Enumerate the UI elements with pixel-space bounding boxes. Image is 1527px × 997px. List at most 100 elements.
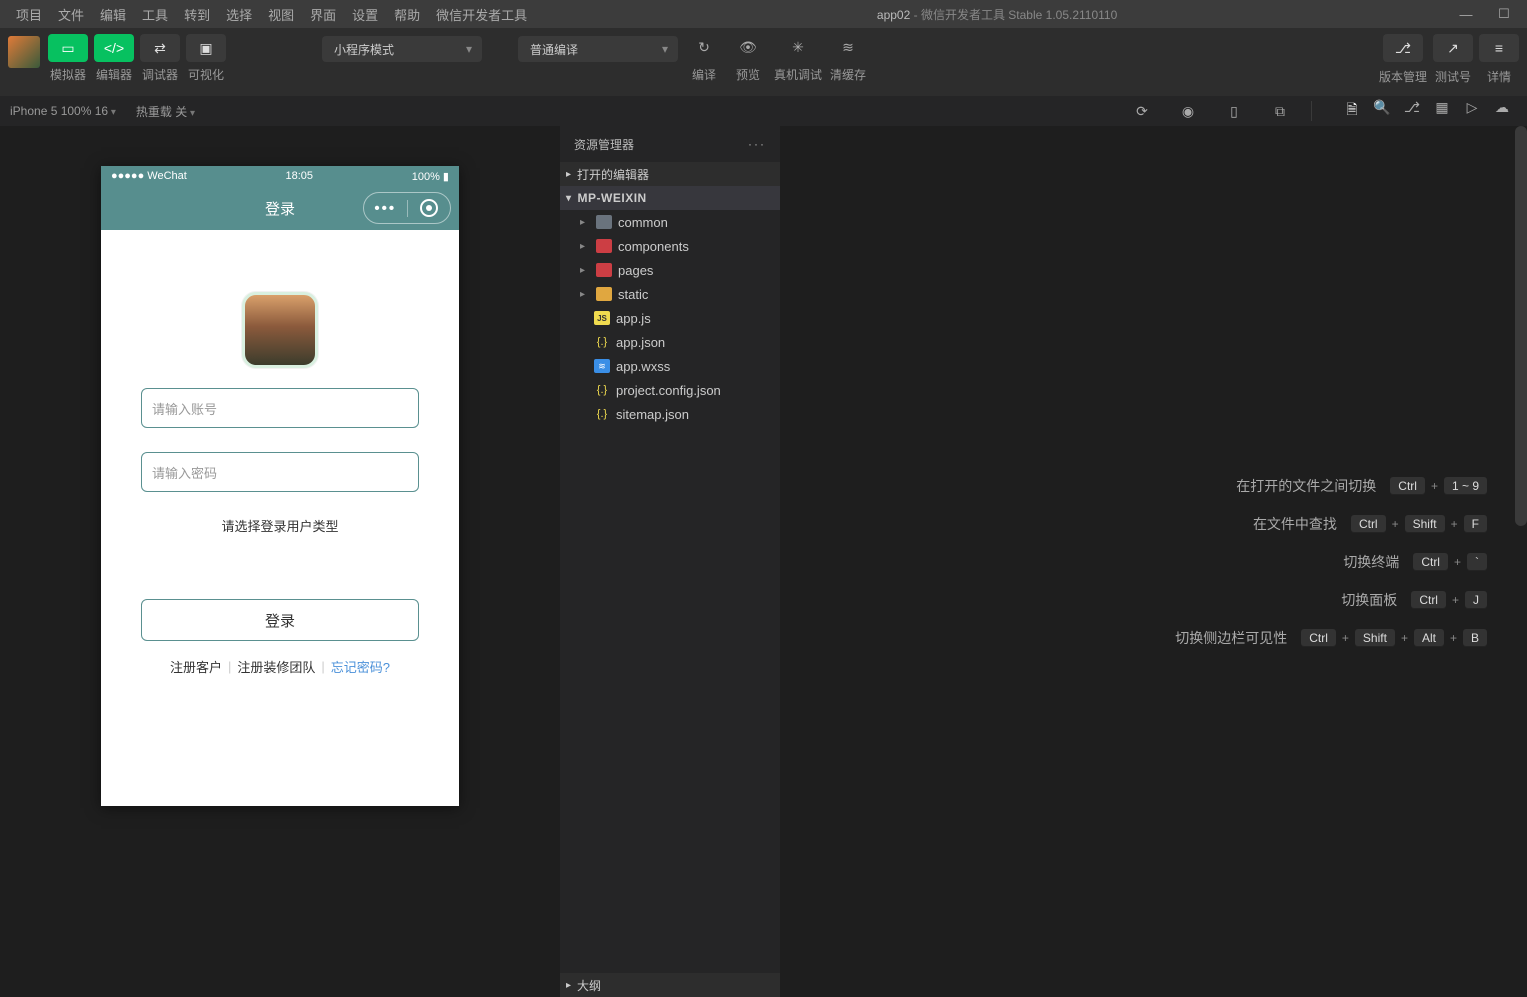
simulator-column: ●●●●● WeChat 18:05 100% ▮ 登录 ••• 请输入账号 请…	[0, 126, 560, 997]
compile-icon[interactable]: ↻	[686, 34, 722, 60]
file-app.wxss[interactable]: ≋app.wxss	[560, 354, 780, 378]
folder-common[interactable]: ▸common	[560, 210, 780, 234]
outline-section[interactable]: ▸大纲	[560, 973, 780, 997]
folder-static[interactable]: ▸static	[560, 282, 780, 306]
open-editors-section[interactable]: ▸打开的编辑器	[560, 162, 780, 186]
password-input[interactable]: 请输入密码	[141, 452, 419, 492]
folder-components[interactable]: ▸components	[560, 234, 780, 258]
shortcut-row: 在文件中查找Ctrl+Shift+F	[1253, 514, 1487, 534]
app-logo	[242, 292, 318, 368]
phone-status-bar: ●●●●● WeChat 18:05 100% ▮	[101, 166, 459, 186]
shortcut-keys: Ctrl+`	[1413, 553, 1487, 571]
shortcut-row: 切换终端Ctrl+`	[1343, 552, 1487, 572]
editor-area: 在打开的文件之间切换Ctrl+1 ~ 9 在文件中查找Ctrl+Shift+F 切换…	[780, 126, 1527, 997]
shortcut-keys: Ctrl+J	[1411, 591, 1487, 609]
maximize-icon[interactable]: ☐	[1497, 7, 1511, 21]
clear-cache-label: 清缓存	[830, 66, 866, 83]
login-button[interactable]: 登录	[141, 599, 419, 641]
version-mgmt-label: 版本管理	[1379, 68, 1427, 85]
phone-body: 请输入账号 请输入密码 请选择登录用户类型 登录 注册客户 | 注册装修团队 |…	[101, 230, 459, 806]
explorer-more-icon[interactable]: ···	[748, 137, 766, 151]
cloud-icon[interactable]: ☁	[1487, 99, 1517, 123]
menu-选择[interactable]: 选择	[218, 5, 260, 24]
preview-label: 预览	[736, 66, 760, 83]
real-debug-label: 真机调试	[774, 66, 822, 83]
preview-icon[interactable]: 👁	[730, 34, 766, 60]
test-id-icon[interactable]: ↗	[1433, 34, 1473, 62]
panel-label: 调试器	[140, 66, 180, 83]
stop-icon[interactable]: ◉	[1173, 103, 1203, 120]
nav-title: 登录	[265, 198, 295, 219]
search-icon[interactable]: 🔍	[1367, 99, 1397, 123]
menu-编辑[interactable]: 编辑	[92, 5, 134, 24]
phone-simulator: ●●●●● WeChat 18:05 100% ▮ 登录 ••• 请输入账号 请…	[101, 166, 459, 806]
extensions-icon[interactable]: ▦	[1427, 99, 1457, 123]
shortcuts-hints: 在打开的文件之间切换Ctrl+1 ~ 9 在文件中查找Ctrl+Shift+F 切换…	[1175, 476, 1487, 648]
explorer-icon[interactable]: 🗎	[1337, 99, 1367, 123]
explorer-panel: 资源管理器 ··· ▸打开的编辑器 ▾MP-WEIXIN ▸common▸com…	[560, 126, 780, 997]
forgot-password-link[interactable]: 忘记密码?	[331, 657, 390, 676]
clear-cache-icon[interactable]: ≋	[830, 34, 866, 60]
menu-界面[interactable]: 界面	[302, 5, 344, 24]
window-title: app02 - 微信开发者工具 Stable 1.05.2110110	[535, 6, 1459, 23]
editor-button[interactable]: </>	[94, 34, 134, 62]
avatar[interactable]	[8, 36, 40, 68]
version-mgmt-icon[interactable]: ⎇	[1383, 34, 1423, 62]
menu-文件[interactable]: 文件	[50, 5, 92, 24]
shortcut-keys: Ctrl+1 ~ 9	[1390, 477, 1487, 495]
phone-nav-bar: 登录 •••	[101, 186, 459, 230]
main: ●●●●● WeChat 18:05 100% ▮ 登录 ••• 请输入账号 请…	[0, 126, 1527, 997]
folder-pages[interactable]: ▸pages	[560, 258, 780, 282]
capsule-close-icon[interactable]	[408, 199, 451, 217]
register-team-link[interactable]: 注册装修团队	[237, 657, 315, 676]
account-input[interactable]: 请输入账号	[141, 388, 419, 428]
device-icon[interactable]: ▯	[1219, 103, 1249, 120]
toolbar: ▭ </> ⇄ ▣ 模拟器编辑器调试器可视化 小程序模式 普通编译 ↻ 编译 👁…	[0, 28, 1527, 96]
file-sitemap.json[interactable]: sitemap.json	[560, 402, 780, 426]
user-type-text[interactable]: 请选择登录用户类型	[221, 516, 338, 535]
shortcut-row: 切换面板Ctrl+J	[1341, 590, 1487, 610]
shortcut-keys: Ctrl+Shift+Alt+B	[1301, 629, 1487, 647]
menu-项目[interactable]: 项目	[8, 5, 50, 24]
menubar: 项目文件编辑工具转到选择视图界面设置帮助微信开发者工具	[8, 5, 535, 24]
debugger-button[interactable]: ⇄	[140, 34, 180, 62]
menu-工具[interactable]: 工具	[134, 5, 176, 24]
panel-label: 编辑器	[94, 66, 134, 83]
file-app.js[interactable]: JSapp.js	[560, 306, 780, 330]
popout-icon[interactable]: ⧉	[1265, 103, 1295, 120]
compile-dropdown[interactable]: 普通编译	[518, 36, 678, 62]
capsule-menu-icon[interactable]: •••	[364, 200, 408, 217]
login-links: 注册客户 | 注册装修团队 | 忘记密码?	[170, 657, 390, 676]
menu-转到[interactable]: 转到	[176, 5, 218, 24]
shortcut-row: 在打开的文件之间切换Ctrl+1 ~ 9	[1236, 476, 1487, 496]
visual-button[interactable]: ▣	[186, 34, 226, 62]
menu-微信开发者工具[interactable]: 微信开发者工具	[428, 5, 535, 24]
carrier-label: ●●●●● WeChat	[111, 170, 187, 182]
device-selector[interactable]: iPhone 5 100% 16	[10, 104, 116, 118]
clock-label: 18:05	[286, 170, 314, 182]
simulator-button[interactable]: ▭	[48, 34, 88, 62]
run-icon[interactable]: ▷	[1457, 99, 1487, 123]
register-customer-link[interactable]: 注册客户	[170, 657, 222, 676]
reload-icon[interactable]: ⟳	[1127, 103, 1157, 120]
menu-设置[interactable]: 设置	[344, 5, 386, 24]
link-separator: |	[222, 659, 237, 674]
menu-视图[interactable]: 视图	[260, 5, 302, 24]
shortcut-keys: Ctrl+Shift+F	[1351, 515, 1487, 533]
minimize-icon[interactable]: —	[1459, 7, 1473, 21]
hot-reload-toggle[interactable]: 热重载 关	[136, 103, 195, 120]
project-root[interactable]: ▾MP-WEIXIN	[560, 186, 780, 210]
shortcut-row: 切换侧边栏可见性Ctrl+Shift+Alt+B	[1175, 628, 1487, 648]
titlebar: 项目文件编辑工具转到选择视图界面设置帮助微信开发者工具 app02 - 微信开发…	[0, 0, 1527, 28]
menu-帮助[interactable]: 帮助	[386, 5, 428, 24]
secondary-bar: iPhone 5 100% 16 热重载 关 ⟳ ◉ ▯ ⧉ 🗎 🔍 ⎇ ▦ ▷…	[0, 96, 1527, 126]
details-icon[interactable]: ≡	[1479, 34, 1519, 62]
file-project.config.json[interactable]: project.config.json	[560, 378, 780, 402]
mode-dropdown[interactable]: 小程序模式	[322, 36, 482, 62]
git-icon[interactable]: ⎇	[1397, 99, 1427, 123]
battery-label: 100% ▮	[412, 170, 449, 183]
file-app.json[interactable]: app.json	[560, 330, 780, 354]
scrollbar[interactable]	[1515, 126, 1527, 526]
explorer-title: 资源管理器	[574, 136, 634, 153]
real-debug-icon[interactable]: ✳	[780, 34, 816, 60]
